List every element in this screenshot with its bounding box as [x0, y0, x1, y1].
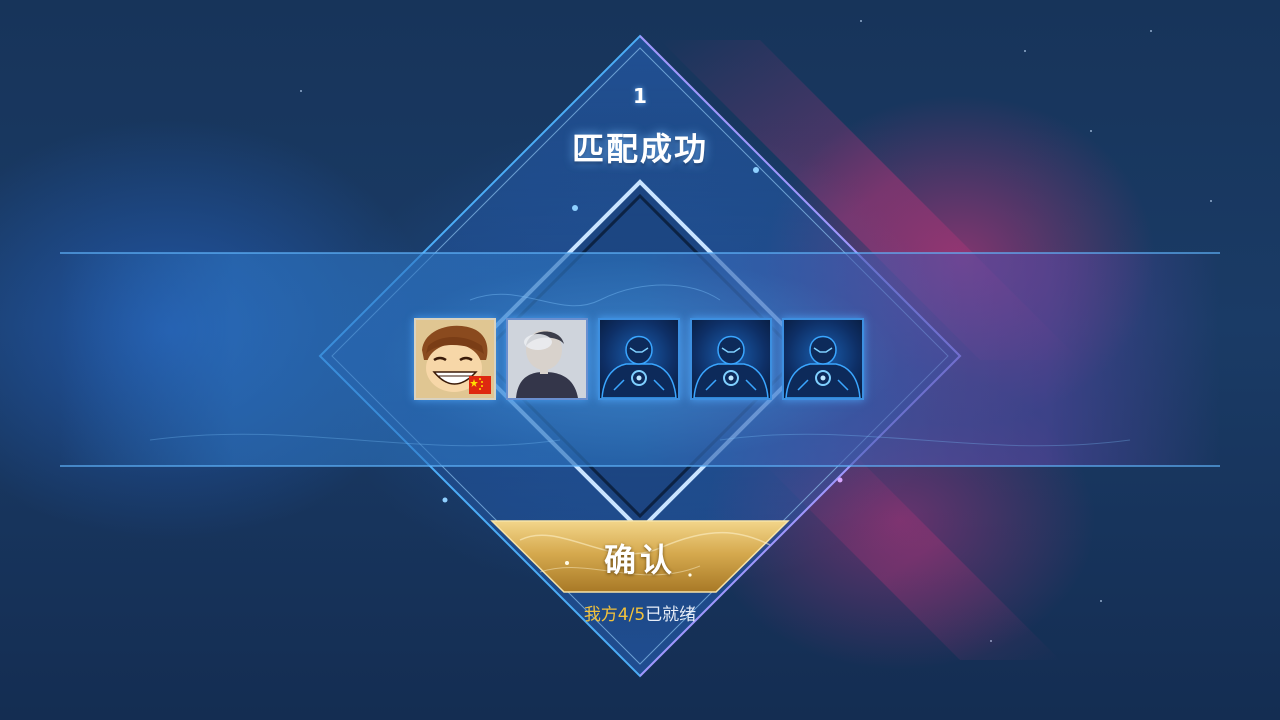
hero-silhouette-icon [693, 335, 769, 398]
player-avatar-pending [690, 318, 772, 400]
confirm-button[interactable]: 确认 [492, 521, 788, 591]
china-flag-icon [469, 376, 491, 394]
player-avatar [414, 318, 496, 400]
confirm-button-label: 确认 [603, 541, 676, 579]
team-avatars [414, 318, 864, 400]
hero-silhouette-icon [601, 335, 677, 398]
player-avatar-pending [782, 318, 864, 400]
player-avatar-pending [598, 318, 680, 400]
match-count: 1 [633, 84, 647, 108]
ready-count: 我方4/5 [583, 605, 646, 625]
match-found-screen: 1 匹配成功 确认 我方4/5已就绪 [0, 0, 1280, 720]
ready-status: 我方4/5已就绪 [0, 600, 1280, 625]
player-avatar [506, 318, 588, 400]
hero-silhouette-icon [785, 335, 861, 398]
page-title: 匹配成功 [571, 130, 708, 168]
ready-label: 已就绪 [645, 605, 697, 625]
photo-avatar-icon [508, 320, 586, 398]
